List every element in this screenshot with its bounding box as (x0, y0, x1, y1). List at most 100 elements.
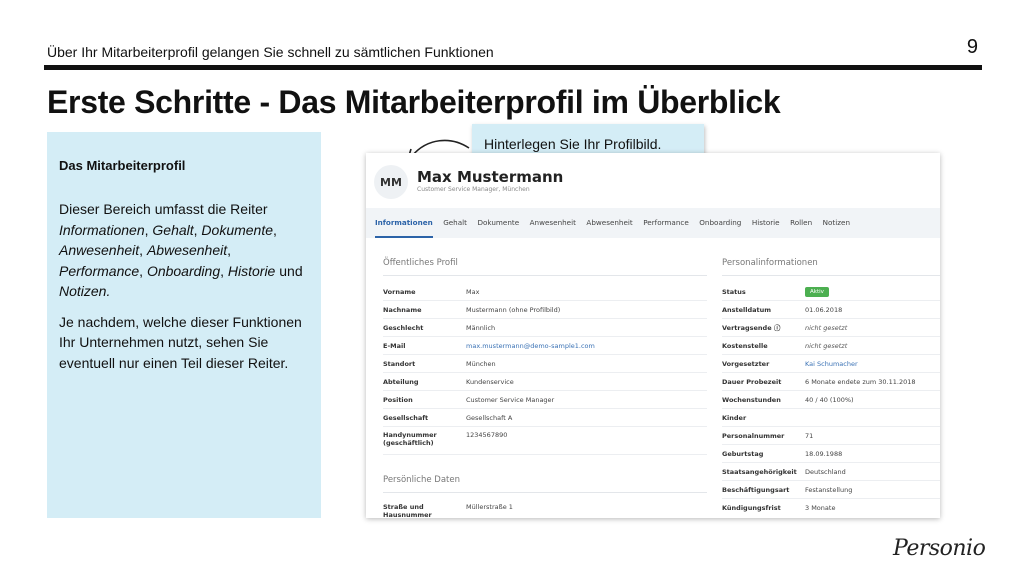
hr-info-title: Personalinformationen (722, 258, 818, 268)
field-row-standort: Standort München (383, 355, 707, 373)
field-row-handynummer: Handynummer (geschäftlich) 1234567890 (383, 427, 707, 455)
field-row-vorgesetzter: Vorgesetzter Kai Schumacher (722, 355, 940, 373)
field-row-wochenstunden: Wochenstunden 40 / 40 (100%) (722, 391, 940, 409)
field-row-nachname: Nachname Mustermann (ohne Profilbild) (383, 301, 707, 319)
field-label: Standort (383, 359, 416, 368)
field-row-kostenstelle: Kostenstelle nicht gesetzt (722, 337, 940, 355)
slide-title: Erste Schritte - Das Mitarbeiterprofil i… (47, 84, 781, 120)
field-row-vorname: Vorname Max (383, 283, 707, 301)
tab-historie[interactable]: Historie (752, 208, 780, 238)
field-label: Abteilung (383, 377, 419, 386)
info-tab-name: Anwesenheit (59, 242, 140, 258)
field-label: Dauer Probezeit (722, 377, 782, 386)
field-value[interactable]: Gesellschaft A (466, 414, 512, 422)
field-label: Geburtstag (722, 449, 764, 458)
status-badge: Aktiv (805, 286, 829, 297)
field-row-personalnummer: Personalnummer 71 (722, 427, 940, 445)
info-tab-name: Performance (59, 262, 140, 279)
section-divider (383, 492, 707, 493)
field-value[interactable]: 6 Monate endete zum 30.11.2018 (805, 378, 916, 386)
field-label: Kostenstelle (722, 341, 768, 350)
employee-profile-screenshot: MM Max Mustermann Customer Service Manag… (366, 153, 940, 518)
field-label: Kündigungsfrist (722, 504, 781, 512)
field-row-anstelldatum: Anstelldatum 01.06.2018 (722, 301, 940, 319)
field-label: Position (383, 395, 413, 404)
field-value[interactable]: 71 (805, 432, 813, 440)
field-label: Wochenstunden (722, 395, 781, 404)
field-value[interactable]: Max (466, 288, 479, 296)
info-panel-and: und (279, 262, 303, 279)
field-row-staatsangehoerigkeit: Staatsangehörigkeit Deutschland (722, 463, 940, 481)
field-label: Staatsangehörigkeit (722, 467, 797, 476)
field-label: Straße und Hausnummer (383, 503, 432, 518)
field-row-vertragsende: Vertragsende ⓘ nicht gesetzt (722, 319, 940, 337)
field-label: Beschäftigungsart (722, 485, 790, 494)
field-value[interactable]: 40 / 40 (100%) (805, 396, 854, 404)
field-value[interactable]: München (466, 360, 496, 368)
section-divider (383, 275, 707, 276)
field-value[interactable]: Mustermann (ohne Profilbild) (466, 306, 560, 314)
field-row-beschaeftigungsart: Beschäftigungsart Festanstellung (722, 481, 940, 499)
field-row-kuendigungsfrist: Kündigungsfrist 3 Monate (722, 499, 940, 517)
info-panel-intro: Dieser Bereich umfasst die Reiter (59, 201, 268, 217)
field-label: Personalnummer (722, 431, 785, 440)
field-value[interactable]: Customer Service Manager (466, 396, 554, 404)
field-value[interactable]: nicht gesetzt (805, 342, 847, 350)
info-panel-heading: Das Mitarbeiterprofil (59, 158, 186, 173)
public-profile-title: Öffentliches Profil (383, 258, 458, 268)
field-label: Vertragsende ⓘ (722, 323, 781, 332)
field-label: Status (722, 287, 746, 296)
field-value[interactable]: Kundenservice (466, 378, 514, 386)
email-link[interactable]: max.mustermann@demo-sample1.com (466, 342, 595, 350)
field-row-strasse: Straße und Hausnummer Müllerstraße 1 (383, 500, 707, 518)
field-value[interactable]: 3 Monate (805, 504, 835, 512)
info-tab-name: Notizen. (59, 283, 111, 299)
field-label: Gesellschaft (383, 413, 429, 422)
tab-abwesenheit[interactable]: Abwesenheit (586, 208, 632, 238)
field-row-email: E-Mail max.mustermann@demo-sample1.com (383, 337, 707, 355)
tab-anwesenheit[interactable]: Anwesenheit (530, 208, 576, 238)
tab-gehalt[interactable]: Gehalt (443, 208, 467, 238)
field-row-abteilung: Abteilung Kundenservice (383, 373, 707, 391)
tab-informationen[interactable]: Informationen (375, 208, 433, 238)
personal-data-title: Persönliche Daten (383, 475, 460, 485)
supervisor-link[interactable]: Kai Schumacher (805, 360, 858, 368)
field-value[interactable]: Deutschland (805, 468, 846, 476)
info-tab-name: Gehalt (152, 221, 194, 238)
avatar[interactable]: MM (374, 165, 408, 199)
employee-role: Customer Service Manager, München (417, 186, 530, 193)
field-value[interactable]: Müllerstraße 1 (466, 503, 513, 511)
field-label: Handynummer (geschäftlich) (383, 431, 437, 447)
field-value[interactable]: 1234567890 (466, 431, 507, 439)
info-panel-tabs-text: Dieser Bereich umfasst die Reiter Inform… (59, 201, 303, 299)
field-value[interactable]: Festanstellung (805, 486, 852, 494)
employee-name: Max Mustermann (417, 168, 564, 186)
field-label: Vorname (383, 287, 416, 296)
field-label: Geschlecht (383, 323, 424, 332)
title-rule (44, 65, 982, 70)
profile-header: MM Max Mustermann Customer Service Manag… (366, 153, 940, 208)
field-value[interactable]: Männlich (466, 324, 495, 332)
field-row-geschlecht: Geschlecht Männlich (383, 319, 707, 337)
field-value[interactable]: nicht gesetzt (805, 324, 847, 332)
field-label: Anstelldatum (722, 305, 772, 314)
field-row-kinder: Kinder (722, 409, 940, 427)
section-divider (722, 275, 940, 276)
field-row-gesellschaft: Gesellschaft Gesellschaft A (383, 409, 707, 427)
field-label: Kinder (722, 413, 747, 422)
field-value[interactable]: 18.09.1988 (805, 450, 842, 458)
field-row-status: Status Aktiv (722, 283, 940, 301)
slide-subtitle: Über Ihr Mitarbeiterprofil gelangen Sie … (47, 44, 494, 60)
tab-performance[interactable]: Performance (643, 208, 689, 238)
tab-notizen[interactable]: Notizen (823, 208, 850, 238)
field-label: Vorgesetzter (722, 359, 770, 368)
field-row-probezeit: Dauer Probezeit 6 Monate endete zum 30.11… (722, 373, 940, 391)
field-label: E-Mail (383, 341, 406, 350)
tab-onboarding[interactable]: Onboarding (699, 208, 741, 238)
info-panel: Das Mitarbeiterprofil Dieser Bereich umf… (47, 132, 321, 518)
field-value[interactable]: 01.06.2018 (805, 306, 842, 314)
tab-rollen[interactable]: Rollen (790, 208, 812, 238)
info-tab-name: Dokumente (201, 221, 274, 238)
tab-dokumente[interactable]: Dokumente (477, 208, 519, 238)
field-label: Nachname (383, 305, 422, 314)
